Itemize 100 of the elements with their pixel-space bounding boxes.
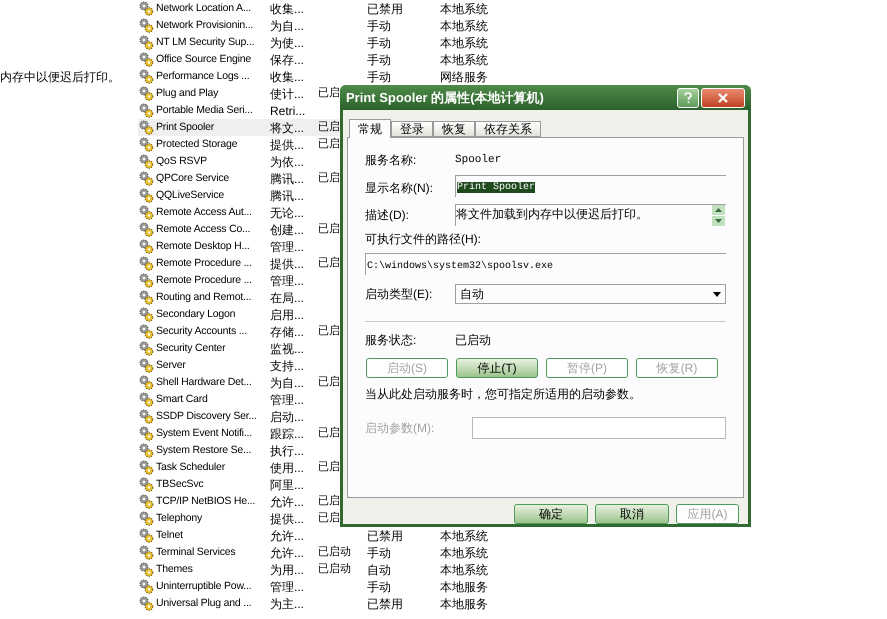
service-description: 监视...	[270, 340, 306, 358]
service-row[interactable]: Uninterruptible Pow... 管理... 手动 本地服务	[138, 578, 488, 595]
gears-icon	[138, 477, 154, 492]
service-name-value: Spooler	[455, 152, 502, 168]
gears-icon	[138, 511, 154, 526]
service-description: 使计...	[270, 86, 306, 102]
service-row[interactable]: Security Accounts ... 存储... 已启	[138, 323, 339, 340]
gears-icon	[138, 443, 154, 458]
description-field[interactable]: 将文件加载到内存中以便迟后打印。	[455, 204, 726, 226]
service-description: 启用...	[270, 306, 306, 324]
tab[interactable]: 恢复	[433, 121, 475, 137]
service-row[interactable]: Performance Logs ... 收集... 手动 网络服务	[138, 68, 488, 85]
service-description: 允许...	[270, 528, 306, 544]
service-row[interactable]: Remote Access Aut... 无论...	[138, 204, 339, 221]
service-row[interactable]: Protected Storage 提供... 已启	[138, 136, 339, 153]
service-row[interactable]: Routing and Remot... 在局...	[138, 289, 339, 306]
gears-icon	[138, 460, 154, 475]
service-row[interactable]: System Restore Se... 执行...	[138, 442, 339, 459]
service-name: Remote Procedure ...	[155, 256, 253, 271]
service-status: 已启	[318, 86, 339, 102]
gears-icon	[138, 341, 154, 356]
service-description: 管理...	[270, 272, 306, 290]
service-description: 提供...	[270, 136, 306, 154]
service-row[interactable]: Universal Plug and ... 为主... 已禁用 本地服务	[138, 595, 488, 612]
service-row[interactable]: NT LM Security Sup... 为使... 手动 本地系统	[138, 34, 488, 51]
service-status: 已启	[318, 324, 339, 340]
startup-type-dropdown[interactable]: 自动	[455, 284, 726, 304]
dialog-button[interactable]: 确定	[514, 504, 588, 524]
tab[interactable]: 依存关系	[475, 121, 541, 137]
field-label: 可执行文件的路径(H):	[365, 231, 482, 248]
service-row[interactable]: Remote Access Co... 创建... 已启	[138, 221, 339, 238]
service-description: 执行...	[270, 442, 306, 460]
tab[interactable]: 登录	[391, 121, 433, 137]
service-logon: 本地系统	[440, 528, 488, 544]
gears-icon	[138, 239, 154, 254]
display-name-field[interactable]: Print Spooler	[455, 175, 726, 197]
close-button[interactable]	[701, 88, 745, 108]
service-row[interactable]: Plug and Play 使计... 已启	[138, 85, 339, 102]
service-logon: 本地系统	[440, 562, 488, 578]
service-description: 阿里...	[270, 476, 306, 494]
gears-icon	[138, 222, 154, 237]
service-row[interactable]: Telnet 允许... 已禁用 本地系统	[138, 527, 488, 544]
dropdown-value: 自动	[460, 286, 485, 303]
service-row[interactable]: Themes 为用... 已启动 自动 本地系统	[138, 561, 488, 578]
service-row[interactable]: System Event Notifi... 跟踪... 已启	[138, 425, 339, 442]
service-row[interactable]: QPCore Service 腾讯... 已启	[138, 170, 339, 187]
service-row[interactable]: Server 支持...	[138, 357, 339, 374]
status-value: 已启动	[455, 332, 491, 349]
service-logon: 本地服务	[440, 596, 488, 612]
service-row[interactable]: Security Center 监视...	[138, 340, 339, 357]
service-startup: 手动	[367, 578, 392, 596]
service-status: 已启动	[318, 562, 352, 578]
service-row[interactable]: Shell Hardware Det... 为自... 已启	[138, 374, 339, 391]
service-name: Shell Hardware Det...	[155, 374, 253, 390]
service-row[interactable]: Remote Desktop H... 管理...	[138, 238, 339, 255]
dialog-button[interactable]: 停止(T)	[456, 358, 538, 378]
service-row[interactable]: TBSecSvc 阿里...	[138, 476, 339, 493]
service-row[interactable]: Terminal Services 允许... 已启动 手动 本地系统	[138, 544, 488, 561]
gears-icon	[138, 528, 154, 543]
help-icon	[684, 92, 692, 104]
field-value: C:\windows\system32\spoolsv.exe	[367, 261, 554, 272]
gears-icon	[138, 86, 154, 101]
service-name: System Event Notifi...	[155, 426, 253, 441]
close-icon	[718, 92, 728, 102]
service-status: 已启动	[318, 544, 352, 560]
field-label: 服务状态:	[365, 332, 418, 349]
gears-icon	[138, 188, 154, 203]
service-name: Themes	[155, 562, 194, 577]
service-row[interactable]: QQLiveService 腾讯...	[138, 187, 339, 204]
service-row[interactable]: Portable Media Seri... Retri...	[138, 102, 339, 119]
service-row[interactable]: Task Scheduler 使用... 已启	[138, 459, 339, 476]
service-description: 创建...	[270, 222, 306, 238]
service-name: Security Center	[155, 340, 226, 356]
service-status: 已启	[318, 494, 339, 510]
service-row[interactable]: Office Source Engine 保存... 手动 本地系统	[138, 51, 488, 68]
hint-text: 当从此处启动服务时，您可指定所适用的启动参数。	[365, 386, 642, 403]
service-startup: 手动	[367, 18, 392, 34]
service-row[interactable]: SSDP Discovery Ser... 启动...	[138, 408, 339, 425]
service-name: Plug and Play	[155, 86, 220, 101]
service-row[interactable]: TCP/IP NetBIOS He... 允许... 已启	[138, 493, 339, 510]
service-name: QoS RSVP	[155, 154, 208, 169]
service-row[interactable]: Print Spooler 将文... 已启	[138, 119, 339, 136]
service-row[interactable]: Remote Procedure ... 提供... 已启	[138, 255, 339, 272]
service-logon: 本地系统	[440, 544, 488, 562]
tab[interactable]: 常规	[349, 119, 391, 138]
gears-icon	[138, 409, 154, 424]
service-name: Remote Access Co...	[155, 222, 252, 237]
service-row[interactable]: Telephony 提供... 已启	[138, 510, 339, 527]
service-row[interactable]: QoS RSVP 为依...	[138, 153, 339, 170]
start-params-field[interactable]	[472, 417, 726, 439]
gears-icon	[138, 18, 154, 33]
service-row[interactable]: Network Provisionin... 为自... 手动 本地系统	[138, 17, 488, 34]
service-name: Secondary Logon	[155, 306, 236, 322]
service-row[interactable]: Remote Procedure ... 管理...	[138, 272, 339, 289]
dialog-button[interactable]: 取消	[595, 504, 669, 524]
service-row[interactable]: Network Location A... 收集... 已禁用 本地系统	[138, 0, 488, 17]
service-row[interactable]: Secondary Logon 启用...	[138, 306, 339, 323]
help-button[interactable]	[677, 88, 699, 108]
service-startup: 手动	[367, 52, 392, 68]
service-row[interactable]: Smart Card 管理...	[138, 391, 339, 408]
